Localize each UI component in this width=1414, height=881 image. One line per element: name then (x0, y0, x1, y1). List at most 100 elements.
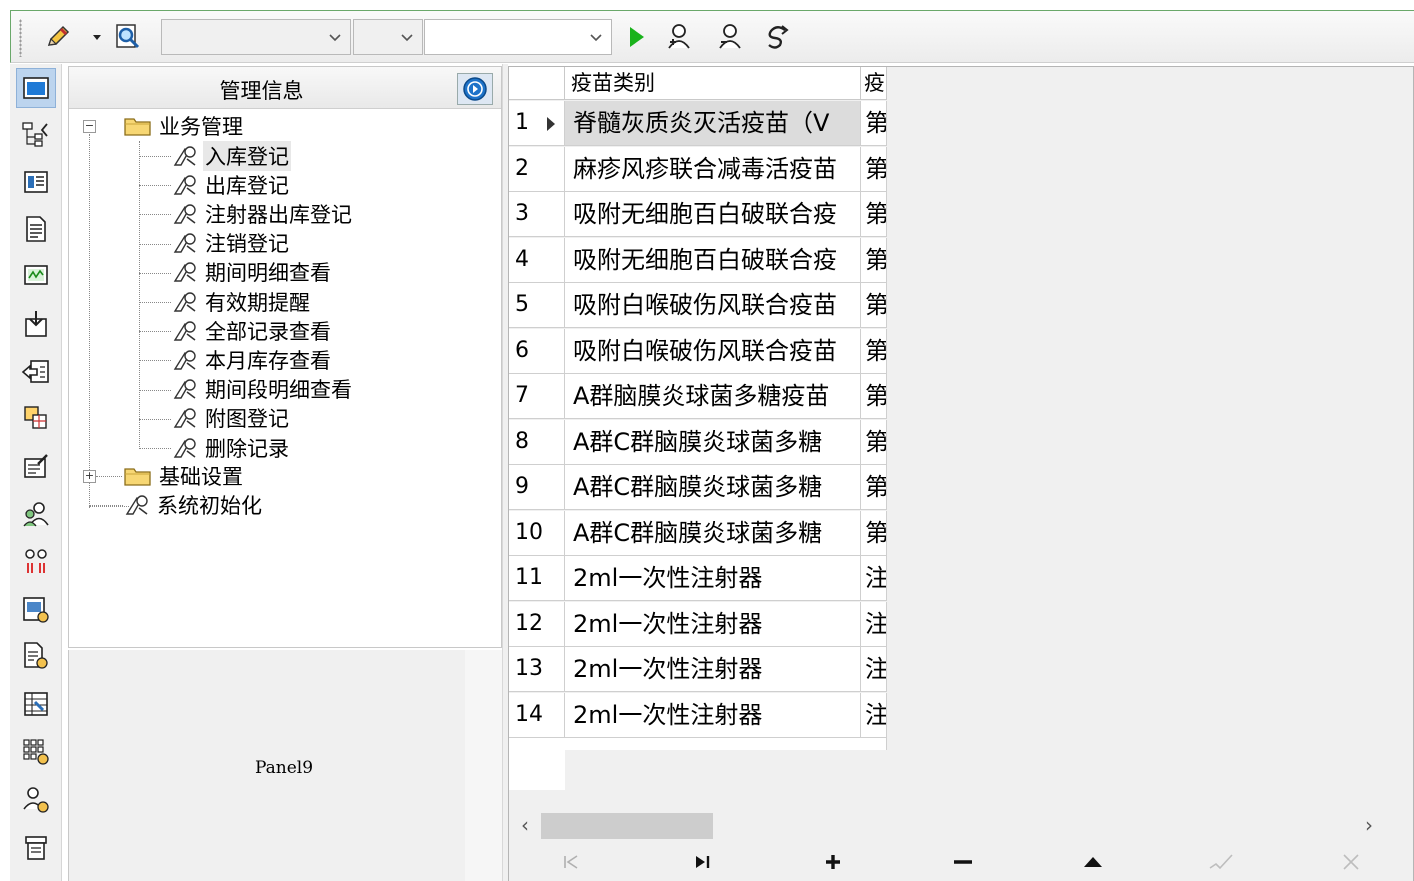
edit-form-icon[interactable] (16, 446, 56, 486)
vaccine-type-cell[interactable]: 注 (861, 601, 887, 647)
row-number-cell[interactable]: 6 (509, 328, 565, 374)
vaccine-name-cell[interactable]: 麻疹风疹联合减毒活疫苗 (565, 146, 861, 192)
grid-settings-icon[interactable] (16, 732, 56, 772)
archive-icon[interactable] (16, 828, 56, 868)
row-number-cell[interactable]: 7 (509, 374, 565, 419)
user-remove-icon[interactable] (716, 21, 746, 53)
preview-icon[interactable] (113, 21, 143, 53)
vaccine-name-cell[interactable]: 吸附白喉破伤风联合疫苗 (565, 283, 861, 328)
users-icon[interactable] (16, 494, 56, 534)
user-settings-icon[interactable] (16, 780, 56, 820)
vaccine-type-cell[interactable]: 注 (861, 692, 887, 738)
vaccine-name-cell[interactable]: A群C群脑膜炎球菌多糖 (565, 510, 861, 556)
vaccine-type-cell[interactable]: 第 (861, 419, 887, 465)
vaccine-name-cell[interactable]: 吸附无细胞百白破联合疫 (565, 192, 861, 237)
filter-combo-3[interactable] (424, 19, 612, 55)
tree-node-child[interactable]: 附图登记 (171, 404, 291, 433)
list-view-icon[interactable] (16, 162, 56, 202)
column-header-2[interactable]: 疫 (861, 67, 887, 100)
vaccine-name-cell[interactable]: 2ml一次性注射器 (565, 556, 861, 601)
vaccine-name-cell[interactable]: 吸附白喉破伤风联合疫苗 (565, 328, 861, 374)
run-icon[interactable] (621, 21, 651, 53)
column-header-vaccine-category[interactable]: 疫苗类别 (565, 67, 861, 100)
nav-last-button[interactable] (643, 847, 763, 877)
vaccine-type-cell[interactable]: 第 (861, 101, 887, 146)
download-box-icon[interactable] (16, 304, 56, 344)
vaccine-name-cell[interactable]: 2ml一次性注射器 (565, 601, 861, 647)
vaccine-type-cell[interactable]: 注 (861, 647, 887, 692)
pencil-icon[interactable] (43, 21, 73, 53)
nav-delete-button[interactable] (903, 847, 1023, 877)
expand-toggle-base-settings[interactable]: + (83, 470, 96, 483)
nav-cancel-button[interactable] (1291, 847, 1411, 877)
tree-node-child[interactable]: 全部记录查看 (171, 316, 333, 345)
tree-node-child[interactable]: 入库登记 (171, 140, 291, 171)
collapse-panel-button[interactable] (457, 73, 493, 105)
row-number-cell[interactable]: 10 (509, 510, 565, 556)
export-icon[interactable] (16, 352, 56, 392)
scroll-left-icon[interactable]: ‹ (513, 813, 537, 839)
horizontal-scrollbar[interactable]: ‹ › (509, 811, 1389, 841)
tree-node-base-settings[interactable]: 基础设置 (123, 461, 245, 490)
refresh-icon[interactable] (763, 21, 793, 53)
tree-node-child[interactable]: 有效期提醒 (171, 287, 312, 316)
row-number-cell[interactable]: 2 (509, 146, 565, 192)
vaccine-type-cell[interactable]: 第 (861, 192, 887, 237)
monitor-chart-icon[interactable] (16, 256, 56, 296)
filter-combo-1[interactable] (161, 19, 351, 55)
vaccine-type-cell[interactable]: 第 (861, 328, 887, 374)
user-add-icon[interactable] (665, 21, 695, 53)
vaccine-type-cell[interactable]: 第 (861, 237, 887, 283)
vaccine-name-cell[interactable]: A群脑膜炎球菌多糖疫苗 (565, 374, 861, 419)
document-icon[interactable] (16, 209, 56, 249)
tree-node-child[interactable]: 注销登记 (171, 229, 291, 258)
row-number-cell[interactable]: 12 (509, 601, 565, 647)
row-number-cell[interactable]: 9 (509, 465, 565, 510)
vaccine-type-cell[interactable]: 第 (861, 465, 887, 510)
report-settings-icon[interactable] (16, 590, 56, 630)
vaccine-type-cell[interactable]: 第 (861, 146, 887, 192)
vaccine-name-cell[interactable]: 2ml一次性注射器 (565, 692, 861, 738)
scroll-thumb[interactable] (541, 813, 713, 839)
tree-node-business[interactable]: 业务管理 (123, 111, 245, 140)
spreadsheet-icon[interactable] (16, 684, 56, 724)
vaccine-name-cell[interactable]: A群C群脑膜炎球菌多糖 (565, 419, 861, 465)
vaccine-type-cell[interactable]: 第 (861, 283, 887, 328)
vaccine-name-cell[interactable]: 脊髓灰质炎灭活疫苗（V (565, 101, 861, 146)
nav-post-button[interactable] (1161, 847, 1281, 877)
tree-node-child[interactable]: 删除记录 (171, 433, 291, 462)
nav-insert-button[interactable] (773, 847, 893, 877)
row-number-cell[interactable]: 3 (509, 192, 565, 237)
toolbar-grip[interactable] (19, 19, 22, 57)
tree-node-child[interactable]: 注射器出库登记 (171, 199, 354, 228)
window-icon[interactable] (16, 68, 56, 108)
row-number-cell[interactable]: 11 (509, 556, 565, 601)
row-number-cell[interactable]: 13 (509, 647, 565, 692)
filter-combo-2[interactable] (353, 19, 423, 55)
row-number-cell[interactable]: 14 (509, 692, 565, 738)
vaccine-name-cell[interactable]: 吸附无细胞百白破联合疫 (565, 237, 861, 283)
vaccine-name-cell[interactable]: A群C群脑膜炎球菌多糖 (565, 465, 861, 510)
vaccine-name-cell[interactable]: 2ml一次性注射器 (565, 647, 861, 692)
tree-node-child[interactable]: 本月库存查看 (171, 345, 333, 374)
nav-first-button[interactable] (511, 847, 631, 877)
row-number-cell[interactable]: 5 (509, 283, 565, 328)
vaccine-type-cell[interactable]: 注 (861, 556, 887, 601)
row-number-cell[interactable]: 8 (509, 419, 565, 465)
row-number-cell[interactable]: 4 (509, 237, 565, 283)
nav-edit-button[interactable] (1033, 847, 1153, 877)
organization-icon[interactable] (16, 114, 56, 154)
tiles-icon[interactable] (16, 398, 56, 438)
tree-node-child[interactable]: 出库登记 (171, 170, 291, 199)
vaccine-type-cell[interactable]: 第 (861, 374, 887, 419)
dropdown-arrow-icon[interactable] (89, 21, 105, 53)
tree-node-child[interactable]: 期间明细查看 (171, 258, 333, 287)
vaccine-type-cell[interactable]: 第 (861, 510, 887, 556)
scroll-right-icon[interactable]: › (1357, 813, 1381, 839)
document-settings-icon[interactable] (16, 636, 56, 676)
group-icon[interactable] (16, 542, 56, 582)
collapse-toggle-business[interactable]: − (83, 120, 96, 133)
tree-node-system-init[interactable]: 系统初始化 (123, 490, 264, 519)
row-number-cell[interactable]: 1 (509, 101, 565, 146)
tree-node-child[interactable]: 期间段明细查看 (171, 375, 354, 404)
